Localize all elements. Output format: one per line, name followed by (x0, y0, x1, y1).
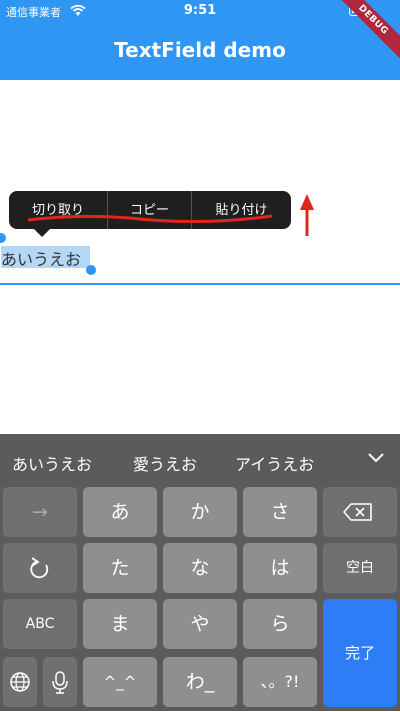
key-sa[interactable]: さ (243, 487, 317, 537)
key-ha[interactable]: は (243, 543, 317, 593)
undo-icon (30, 557, 49, 579)
arrow-right-key[interactable]: → (3, 487, 77, 537)
abc-key[interactable]: ABC (3, 599, 77, 649)
key-wa[interactable]: わ_ (163, 657, 237, 707)
key-ma[interactable]: ま (83, 599, 157, 649)
undo-key[interactable] (3, 543, 77, 593)
candidate-1[interactable]: あいうえお (12, 451, 92, 475)
microphone-key[interactable] (43, 657, 77, 707)
key-ta[interactable]: た (83, 543, 157, 593)
emoticon-key[interactable]: ^_^ (83, 657, 157, 707)
selection-end-handle[interactable] (86, 265, 96, 275)
done-key[interactable]: 完了 (323, 599, 397, 707)
microphone-icon (52, 671, 68, 694)
key-a[interactable]: あ (83, 487, 157, 537)
text-field-input[interactable]: あいうえお (1, 246, 81, 270)
space-key[interactable]: 空白 (323, 543, 397, 593)
key-ra[interactable]: ら (243, 599, 317, 649)
text-field-underline (0, 283, 400, 285)
globe-key[interactable] (3, 657, 37, 707)
globe-icon (10, 672, 30, 692)
backspace-icon (343, 503, 372, 521)
candidate-3[interactable]: アイうえお (235, 451, 314, 475)
key-ka[interactable]: か (163, 487, 237, 537)
punctuation-key[interactable]: 、。?! (243, 657, 317, 707)
key-na[interactable]: な (163, 543, 237, 593)
annotation-underline (27, 214, 273, 224)
candidate-2[interactable]: 愛うえお (133, 451, 197, 475)
key-ya[interactable]: や (163, 599, 237, 649)
chevron-down-icon[interactable] (366, 450, 386, 464)
backspace-key[interactable] (323, 487, 397, 537)
